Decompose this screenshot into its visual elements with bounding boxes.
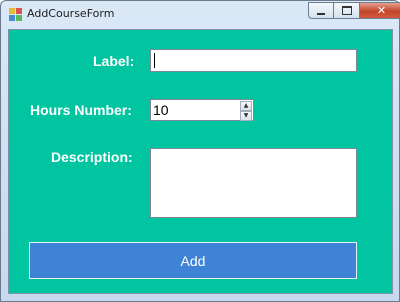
description-input[interactable] (150, 148, 357, 218)
title-bar[interactable]: AddCourseForm ✕ (1, 1, 400, 28)
label-field-label: Label: (93, 53, 135, 69)
maximize-button[interactable] (334, 2, 360, 19)
caption-buttons: ✕ (308, 2, 400, 20)
form-client-area: Label: Hours Number: 10 ▲ ▼ Description:… (8, 29, 393, 294)
close-button[interactable]: ✕ (360, 2, 400, 19)
app-window: AddCourseForm ✕ Label: Hours Number: 10 … (0, 0, 400, 302)
winforms-app-icon (9, 8, 23, 22)
description-field-label: Description: (51, 149, 133, 165)
stepper-down-button[interactable]: ▼ (240, 111, 252, 121)
minimize-button[interactable] (308, 2, 334, 19)
chevron-down-icon: ▼ (243, 112, 249, 119)
chevron-up-icon: ▲ (243, 102, 249, 109)
minimize-icon (317, 12, 325, 15)
add-button[interactable]: Add (29, 242, 357, 279)
text-caret (154, 53, 155, 68)
label-input[interactable] (150, 49, 357, 72)
window-title: AddCourseForm (27, 7, 115, 20)
hours-number-stepper[interactable]: 10 ▲ ▼ (150, 99, 254, 121)
stepper-buttons: ▲ ▼ (240, 101, 252, 121)
hours-value: 10 (153, 102, 169, 118)
maximize-icon (341, 6, 352, 15)
close-icon: ✕ (376, 4, 387, 17)
stepper-up-button[interactable]: ▲ (240, 101, 252, 111)
hours-field-label: Hours Number: (30, 102, 132, 118)
